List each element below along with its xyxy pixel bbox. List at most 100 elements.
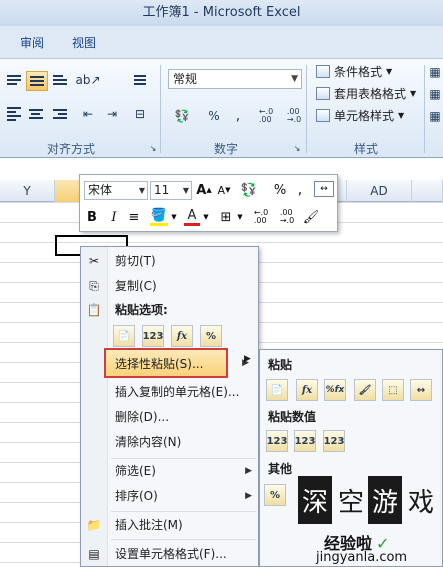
shrink-font-button[interactable]: A ▼: [216, 181, 232, 199]
watermark-char: 戏: [407, 487, 434, 518]
number-launcher-icon[interactable]: ↘: [292, 139, 302, 157]
paste-option-formulas[interactable]: fx: [171, 325, 193, 347]
menu-item-delete[interactable]: 删除(D)...: [81, 405, 260, 429]
paste-values-button[interactable]: 123: [266, 430, 288, 452]
cell-styles-icon: [316, 109, 330, 122]
merge-icon[interactable]: ↔: [314, 181, 334, 197]
align-bottom-icon[interactable]: [50, 71, 70, 89]
chevron-down-icon[interactable]: ▼: [202, 208, 210, 226]
paste-all-icon[interactable]: 📄: [266, 379, 288, 401]
percent-button[interactable]: %: [204, 107, 224, 125]
menu-item-format-cells[interactable]: ▤ 设置单元格格式(F)...: [81, 542, 260, 566]
menu-item-label: 剪切(T): [115, 254, 156, 268]
paste-formatting-button[interactable]: %: [264, 484, 286, 506]
font-color-button[interactable]: A: [184, 208, 200, 226]
orientation-icon[interactable]: ab↗: [75, 71, 100, 89]
paste-option-values[interactable]: 123: [142, 325, 164, 347]
align-right-icon[interactable]: [50, 105, 70, 123]
align-center-icon[interactable]: ≡: [126, 208, 142, 226]
paste-special-highlight[interactable]: 选择性粘贴(S)...: [104, 348, 228, 378]
watermark-char: 深: [298, 476, 332, 524]
group-separator: [160, 65, 161, 153]
decrease-decimal-button[interactable]: .00 →.0: [276, 208, 298, 226]
borders-icon[interactable]: ⊞: [218, 208, 234, 226]
menu-item-filter[interactable]: 筛选(E) ▶: [81, 459, 260, 483]
menu-item-sort[interactable]: 排序(O) ▶: [81, 484, 260, 508]
column-header-ad[interactable]: AD: [347, 180, 412, 202]
align-top-icon[interactable]: [4, 71, 24, 89]
paste-formulas-button[interactable]: fx: [296, 379, 318, 401]
scissors-icon: ✂: [88, 254, 100, 268]
submenu-header-paste-values: 粘贴数值: [268, 410, 317, 424]
menu-item-label: 复制(C): [115, 279, 157, 293]
watermark-char: 游: [368, 476, 402, 524]
paste-keep-column-width-icon[interactable]: ↔: [410, 379, 432, 401]
group-separator: [306, 65, 307, 153]
chevron-down-icon[interactable]: ▼: [236, 208, 244, 226]
wrap-text-icon[interactable]: [130, 71, 150, 89]
column-header[interactable]: [412, 180, 443, 202]
cell-styles-button[interactable]: 单元格样式 ▼: [316, 107, 404, 124]
paste-formulas-number-format-button[interactable]: %fx: [324, 379, 346, 401]
submenu-arrow-icon: ▶: [244, 354, 251, 364]
group-label-styles: 样式: [354, 142, 379, 156]
insert-cells-icon[interactable]: ▦: [428, 63, 442, 81]
format-as-table-button[interactable]: 套用表格格式 ▼: [316, 85, 416, 102]
align-center-icon[interactable]: [26, 105, 46, 123]
column-header-y[interactable]: Y: [0, 180, 55, 202]
chevron-down-icon: ▼: [398, 111, 405, 120]
paste-values-number-format-button[interactable]: 123: [294, 430, 316, 452]
alignment-launcher-icon[interactable]: ↘: [148, 139, 158, 157]
format-painter-icon[interactable]: 🖌: [302, 208, 320, 226]
style-item-label: 条件格式: [334, 65, 383, 79]
comma-button[interactable]: ,: [292, 181, 308, 199]
increase-indent-icon[interactable]: ⇥: [102, 105, 122, 123]
group-label-alignment: 对齐方式: [47, 142, 96, 156]
grow-font-button[interactable]: A ▲: [196, 181, 212, 199]
italic-button[interactable]: I: [106, 208, 122, 226]
comma-button[interactable]: ,: [228, 107, 248, 125]
tab-view[interactable]: 视图: [72, 34, 96, 51]
font-size-select[interactable]: 11 ▼: [150, 181, 192, 200]
menu-item-label: 排序(O): [115, 489, 158, 503]
bold-button[interactable]: B: [84, 208, 100, 226]
chevron-down-icon[interactable]: ▼: [170, 208, 178, 226]
menu-item-label: 筛选(E): [115, 464, 156, 478]
align-left-icon[interactable]: [4, 105, 24, 123]
percent-button[interactable]: %: [272, 181, 288, 199]
chevron-down-icon: ▼: [410, 89, 417, 98]
accounting-format-icon[interactable]: 💱: [238, 181, 260, 199]
shrink-font-label: A: [217, 183, 226, 197]
fill-color-icon[interactable]: 🪣: [150, 208, 168, 226]
font-name-select[interactable]: 宋体 ▼: [84, 181, 148, 200]
format-cells-icon: ▤: [88, 547, 100, 561]
tab-review[interactable]: 审阅: [20, 34, 44, 51]
increase-decimal-button[interactable]: ←.0.00: [250, 208, 272, 226]
menu-separator: [111, 511, 256, 512]
conditional-formatting-button[interactable]: 条件格式 ▼: [316, 63, 392, 80]
style-item-label: 套用表格格式: [334, 87, 407, 101]
paste-keep-source-format-icon[interactable]: 🖌: [354, 379, 376, 401]
merge-center-icon[interactable]: ⊟: [130, 105, 150, 123]
menu-item-clear-contents[interactable]: 清除内容(N): [81, 430, 260, 454]
paste-no-borders-icon[interactable]: ⬚: [382, 379, 404, 401]
currency-icon[interactable]: 💱: [172, 107, 192, 125]
align-middle-icon[interactable]: [26, 71, 48, 91]
menu-item-cut[interactable]: ✂ 剪切(T): [81, 249, 260, 273]
watermark-site-url: jingyanla.com: [316, 550, 408, 565]
font-name-value: 宋体: [88, 183, 113, 197]
menu-item-insert-comment[interactable]: 📁 插入批注(M): [81, 513, 260, 537]
menu-item-copy[interactable]: ⎘ 复制(C): [81, 274, 260, 298]
paste-values-source-format-button[interactable]: 123: [323, 430, 345, 452]
paste-option-paste[interactable]: 📄: [113, 325, 135, 347]
format-cells-ribbon-icon[interactable]: ▦: [428, 107, 442, 125]
number-format-select[interactable]: 常规 ▼: [168, 69, 302, 89]
menu-item-label: 清除内容(N): [115, 435, 182, 449]
delete-cells-icon[interactable]: ▦: [428, 85, 442, 103]
decrease-decimal-button[interactable]: .00 →.0: [282, 107, 306, 125]
increase-decimal-button[interactable]: ←.0.00: [254, 107, 278, 125]
decrease-indent-icon[interactable]: ⇤: [78, 105, 98, 123]
context-menu: ✂ 剪切(T) ⎘ 复制(C) 📋 粘贴选项: 📄 123 fx % 选择性粘贴…: [80, 246, 259, 567]
menu-item-insert-copied[interactable]: 插入复制的单元格(E)...: [81, 380, 260, 404]
paste-option-formatting[interactable]: %: [200, 325, 222, 347]
